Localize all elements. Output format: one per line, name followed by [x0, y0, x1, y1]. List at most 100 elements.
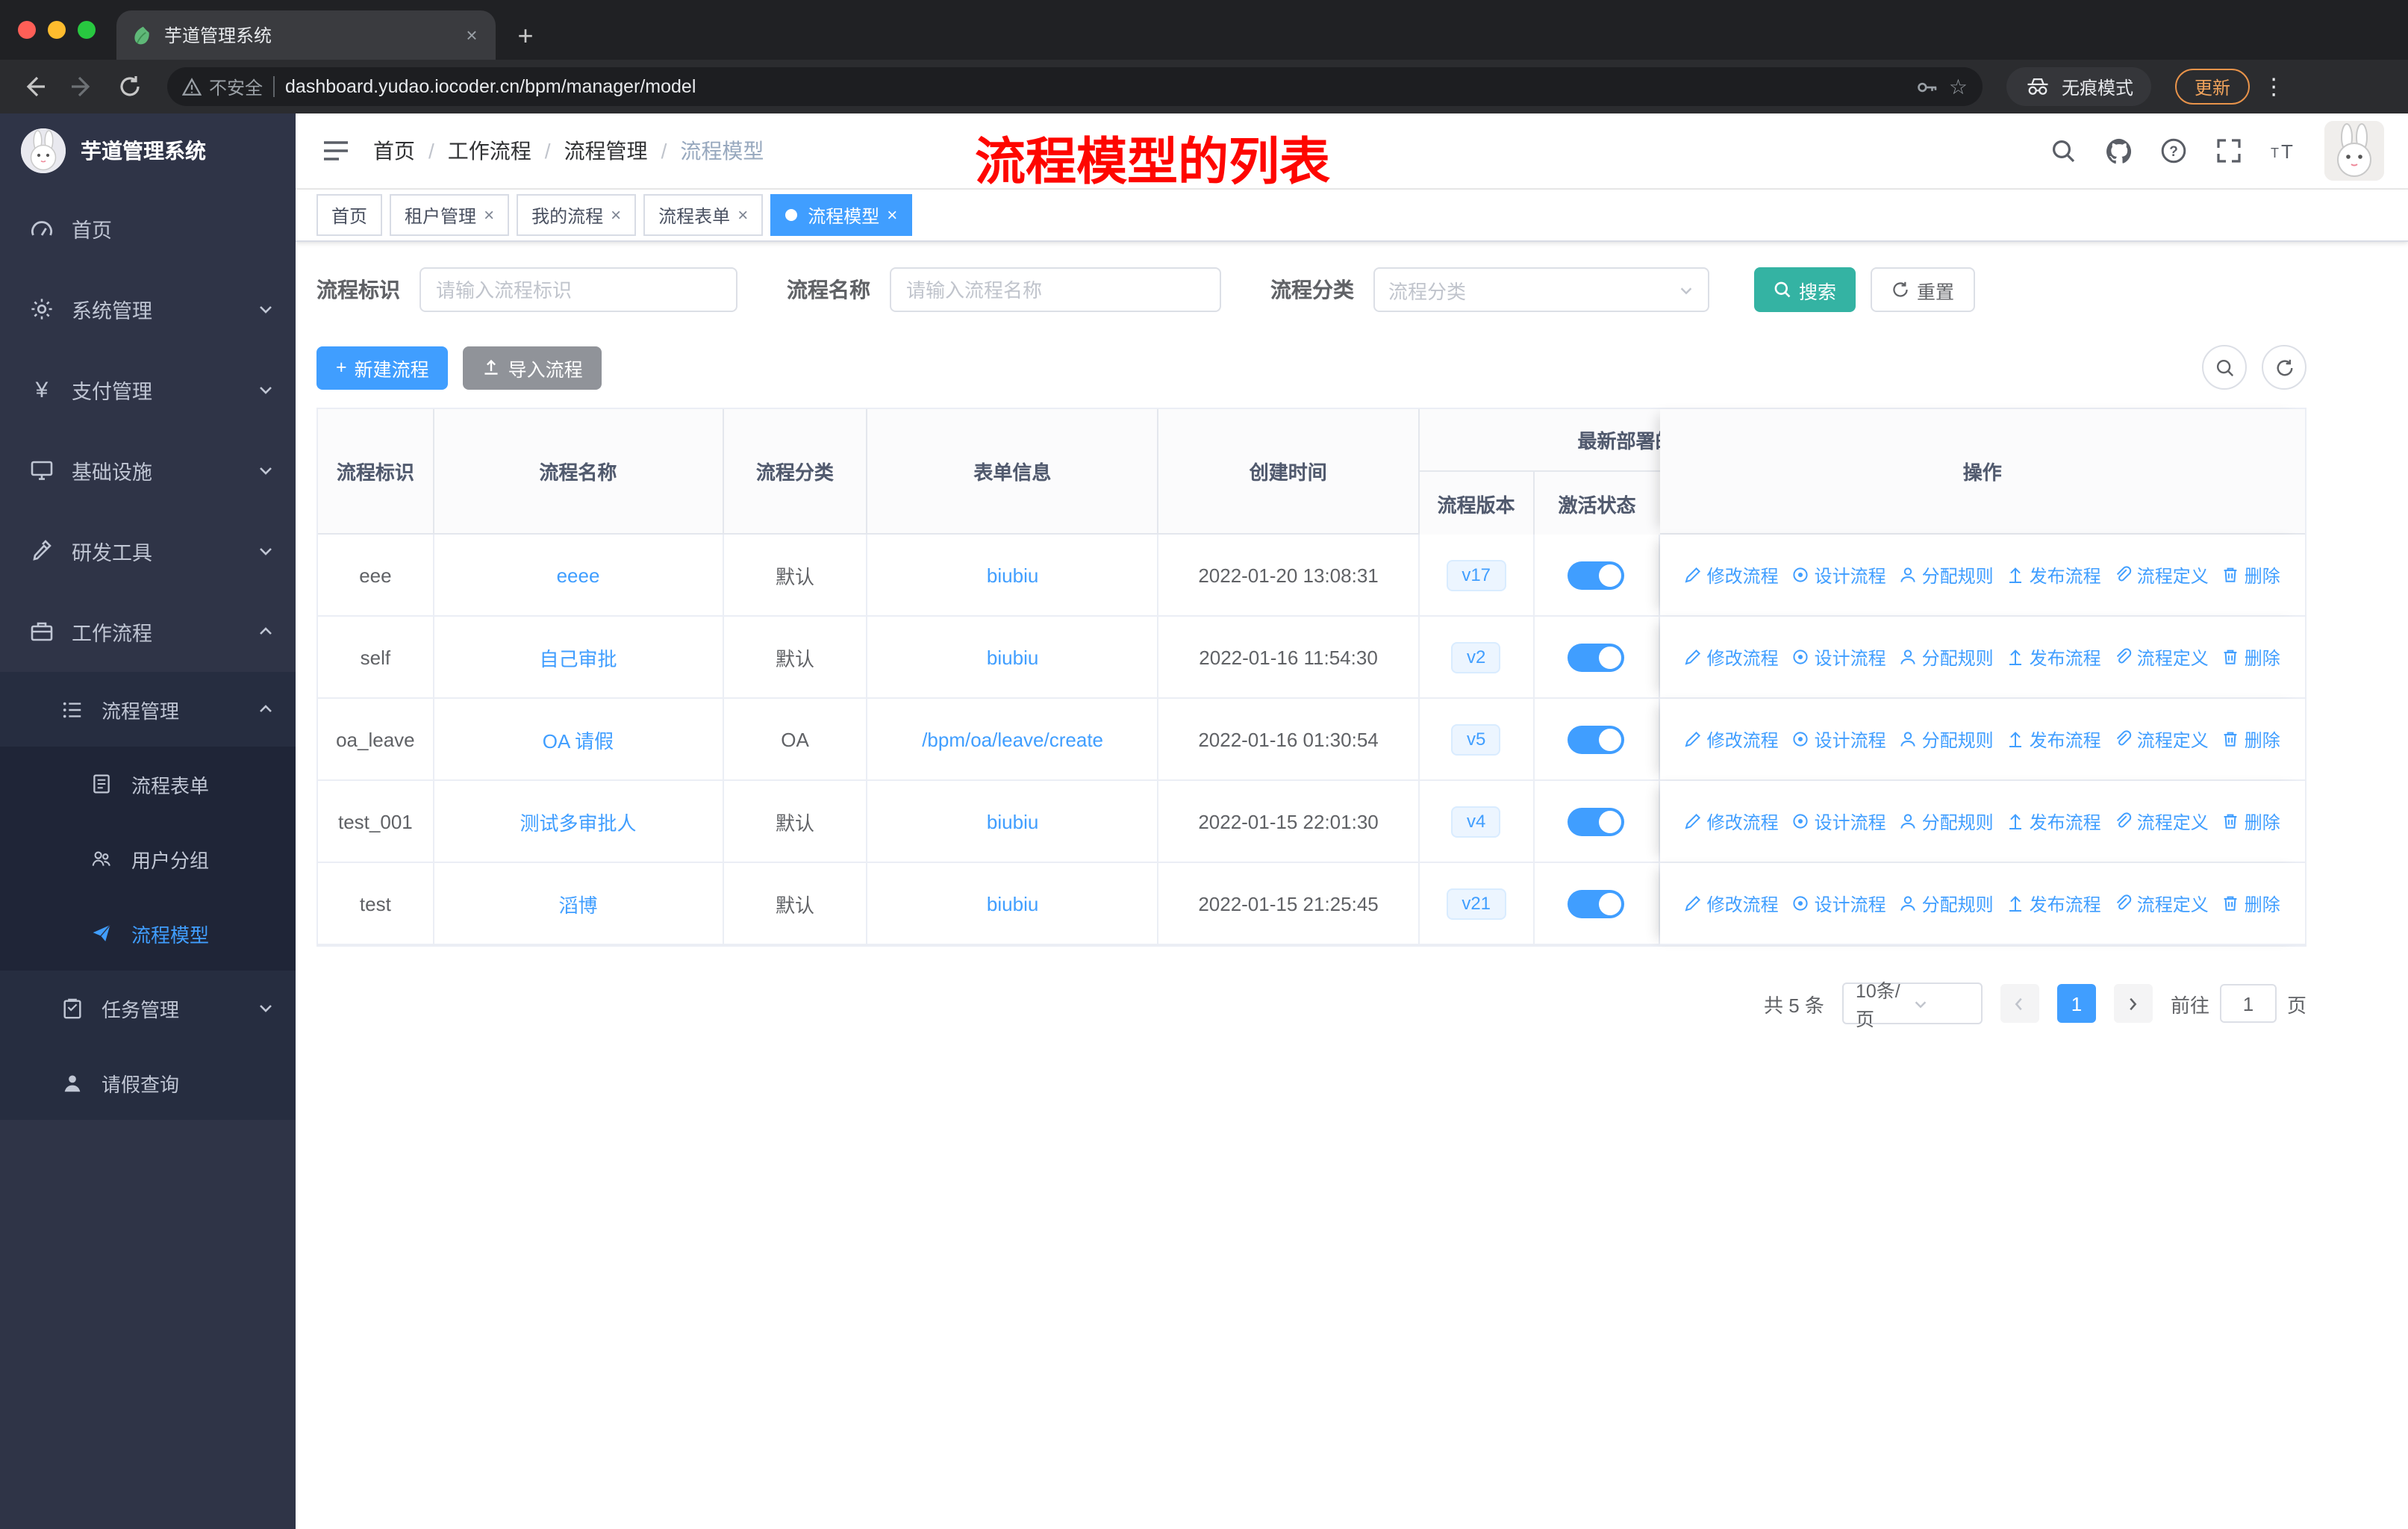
- tab-close-icon[interactable]: ×: [460, 23, 484, 47]
- tag-process-model[interactable]: 流程模型 ×: [770, 194, 913, 236]
- sidebar-item-process-management[interactable]: 流程管理: [0, 672, 296, 747]
- process-name-link[interactable]: OA 请假: [543, 725, 614, 753]
- publish-process-link[interactable]: 发布流程: [2007, 891, 2101, 916]
- update-button[interactable]: 更新: [2175, 69, 2251, 105]
- browser-menu-icon[interactable]: ⋮: [2259, 73, 2289, 100]
- sidebar-item-home[interactable]: 首页: [0, 188, 296, 269]
- design-process-link[interactable]: 设计流程: [1792, 726, 1886, 752]
- form-link[interactable]: biubiu: [987, 810, 1038, 832]
- edit-process-link[interactable]: 修改流程: [1685, 809, 1779, 834]
- tag-home[interactable]: 首页: [316, 194, 383, 236]
- import-process-button[interactable]: 导入流程: [463, 346, 602, 389]
- publish-process-link[interactable]: 发布流程: [2007, 562, 2101, 588]
- publish-process-link[interactable]: 发布流程: [2007, 809, 2101, 834]
- show-search-button[interactable]: [2202, 345, 2247, 390]
- process-name-link[interactable]: 测试多审批人: [520, 807, 636, 835]
- assign-rule-link[interactable]: 分配规则: [1900, 562, 1994, 588]
- process-name-link[interactable]: eeee: [557, 564, 600, 586]
- delete-link[interactable]: 删除: [2222, 644, 2280, 670]
- tag-process-form[interactable]: 流程表单 ×: [643, 194, 764, 236]
- sidebar-item-system[interactable]: 系统管理: [0, 269, 296, 349]
- form-link[interactable]: /bpm/oa/leave/create: [922, 728, 1103, 750]
- close-window-button[interactable]: [18, 21, 36, 39]
- process-definition-link[interactable]: 流程定义: [2115, 562, 2209, 588]
- new-tab-button[interactable]: +: [505, 15, 546, 57]
- process-id-input[interactable]: [419, 267, 737, 312]
- design-process-link[interactable]: 设计流程: [1792, 644, 1886, 670]
- breadcrumb-item[interactable]: 流程管理: [564, 136, 648, 166]
- user-avatar[interactable]: [2324, 121, 2384, 181]
- assign-rule-link[interactable]: 分配规则: [1900, 726, 1994, 752]
- create-process-button[interactable]: + 新建流程: [316, 346, 449, 389]
- reload-icon[interactable]: [110, 67, 149, 106]
- delete-link[interactable]: 删除: [2222, 891, 2280, 916]
- publish-process-link[interactable]: 发布流程: [2007, 644, 2101, 670]
- page-number-button[interactable]: 1: [2056, 984, 2096, 1023]
- delete-link[interactable]: 删除: [2222, 562, 2280, 588]
- browser-tab[interactable]: 芋道管理系统 ×: [116, 10, 496, 60]
- design-process-link[interactable]: 设计流程: [1792, 809, 1886, 834]
- security-warning[interactable]: 不安全: [182, 74, 263, 99]
- breadcrumb-item[interactable]: 工作流程: [448, 136, 531, 166]
- process-definition-link[interactable]: 流程定义: [2115, 726, 2209, 752]
- design-process-link[interactable]: 设计流程: [1792, 562, 1886, 588]
- form-link[interactable]: biubiu: [987, 564, 1038, 586]
- process-name-link[interactable]: 自己审批: [539, 643, 617, 671]
- edit-process-link[interactable]: 修改流程: [1685, 726, 1779, 752]
- edit-process-link[interactable]: 修改流程: [1685, 562, 1779, 588]
- zoom-window-button[interactable]: [78, 21, 96, 39]
- help-icon[interactable]: ?: [2159, 136, 2189, 166]
- active-toggle[interactable]: [1568, 725, 1625, 753]
- search-icon[interactable]: [2048, 136, 2078, 166]
- next-page-button[interactable]: [2113, 984, 2153, 1023]
- forward-icon[interactable]: [63, 67, 102, 106]
- assign-rule-link[interactable]: 分配规则: [1900, 809, 1994, 834]
- bookmark-star-icon[interactable]: ☆: [1949, 74, 1968, 99]
- active-toggle[interactable]: [1568, 889, 1625, 918]
- edit-process-link[interactable]: 修改流程: [1685, 644, 1779, 670]
- sidebar-item-devtools[interactable]: 研发工具: [0, 511, 296, 591]
- address-bar[interactable]: 不安全 dashboard.yudao.iocoder.cn/bpm/manag…: [167, 67, 1983, 106]
- github-icon[interactable]: [2103, 136, 2133, 166]
- sidebar-item-infrastructure[interactable]: 基础设施: [0, 430, 296, 511]
- assign-rule-link[interactable]: 分配规则: [1900, 891, 1994, 916]
- process-name-input[interactable]: [890, 267, 1221, 312]
- search-button[interactable]: 搜索: [1754, 267, 1856, 312]
- password-key-icon[interactable]: [1916, 75, 1938, 98]
- process-definition-link[interactable]: 流程定义: [2115, 891, 2209, 916]
- breadcrumb-item[interactable]: 首页: [373, 136, 415, 166]
- close-icon[interactable]: ×: [887, 205, 897, 225]
- sidebar-item-user-group[interactable]: 用户分组: [0, 821, 296, 896]
- sidebar-item-process-form[interactable]: 流程表单: [0, 747, 296, 821]
- close-icon[interactable]: ×: [737, 205, 748, 225]
- delete-link[interactable]: 删除: [2222, 809, 2280, 834]
- sidebar-item-leave-query[interactable]: 请假查询: [0, 1045, 296, 1120]
- goto-page-input[interactable]: [2219, 984, 2277, 1023]
- publish-process-link[interactable]: 发布流程: [2007, 726, 2101, 752]
- refresh-button[interactable]: [2262, 345, 2306, 390]
- process-definition-link[interactable]: 流程定义: [2115, 809, 2209, 834]
- assign-rule-link[interactable]: 分配规则: [1900, 644, 1994, 670]
- form-link[interactable]: biubiu: [987, 892, 1038, 915]
- hamburger-icon[interactable]: [319, 134, 352, 167]
- minimize-window-button[interactable]: [48, 21, 66, 39]
- fullscreen-icon[interactable]: [2214, 136, 2244, 166]
- form-link[interactable]: biubiu: [987, 646, 1038, 668]
- design-process-link[interactable]: 设计流程: [1792, 891, 1886, 916]
- category-select[interactable]: 流程分类: [1373, 267, 1709, 312]
- close-icon[interactable]: ×: [484, 205, 494, 225]
- active-toggle[interactable]: [1568, 643, 1625, 671]
- active-toggle[interactable]: [1568, 561, 1625, 589]
- active-toggle[interactable]: [1568, 807, 1625, 835]
- font-size-icon[interactable]: TT: [2269, 136, 2299, 166]
- back-icon[interactable]: [15, 67, 54, 106]
- close-icon[interactable]: ×: [611, 205, 621, 225]
- sidebar-item-payment[interactable]: ¥ 支付管理: [0, 349, 296, 430]
- prev-page-button[interactable]: [2000, 984, 2039, 1023]
- reset-button[interactable]: 重置: [1871, 267, 1976, 312]
- sidebar-item-process-model[interactable]: 流程模型: [0, 896, 296, 971]
- process-name-link[interactable]: 滔博: [558, 889, 597, 918]
- tag-my-process[interactable]: 我的流程 ×: [517, 194, 637, 236]
- sidebar-item-workflow[interactable]: 工作流程: [0, 591, 296, 672]
- edit-process-link[interactable]: 修改流程: [1685, 891, 1779, 916]
